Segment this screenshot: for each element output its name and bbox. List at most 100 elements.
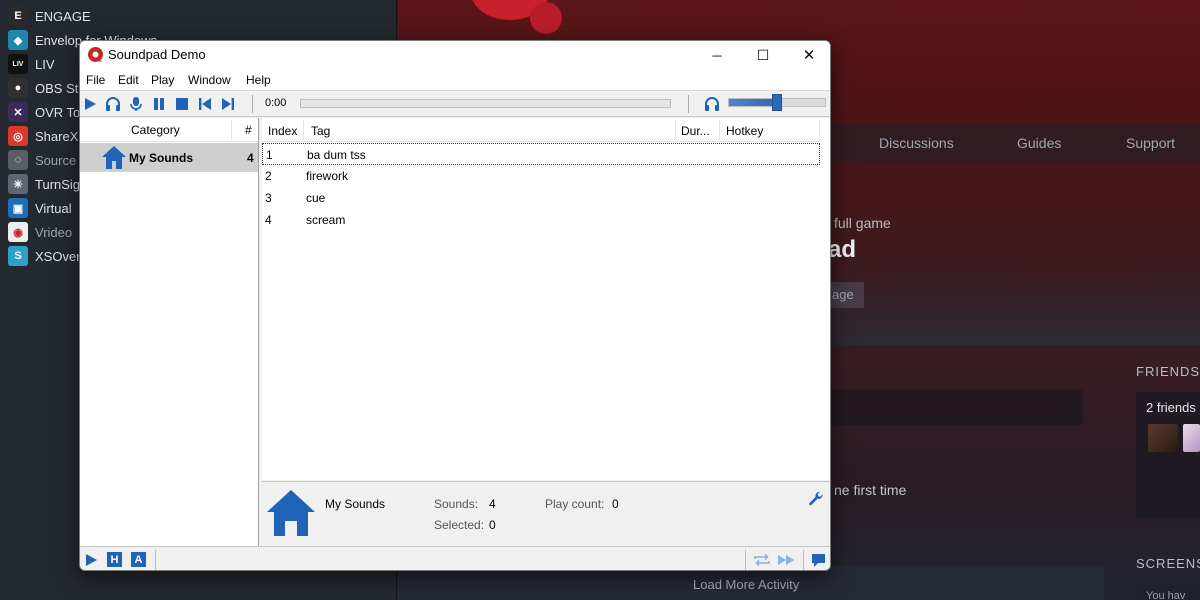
seek-bar[interactable] (300, 99, 671, 108)
row-index: 4 (265, 213, 272, 227)
library-item[interactable]: ● OBS St (8, 76, 78, 100)
table-row[interactable]: 4 scream (262, 209, 820, 231)
duration-column-header[interactable]: Dur... (681, 124, 710, 138)
play-count-value: 0 (612, 497, 619, 511)
selected-value: 0 (489, 518, 496, 532)
friends-title: FRIENDS (1136, 364, 1200, 379)
pause-icon (154, 98, 164, 110)
library-item-label: ENGAGE (35, 8, 91, 24)
statusbar-play-button[interactable] (83, 552, 99, 568)
category-column-header[interactable]: Category (131, 123, 180, 137)
menu-help[interactable]: Help (246, 73, 271, 87)
next-button[interactable] (219, 95, 237, 113)
fast-forward-icon (778, 555, 794, 565)
table-row[interactable]: 3 cue (262, 187, 820, 209)
repeat-button[interactable] (753, 552, 771, 568)
tag-column-header[interactable]: Tag (311, 124, 330, 138)
column-separator (303, 120, 304, 140)
fast-forward-button[interactable] (777, 552, 795, 568)
count-column-header[interactable]: # (245, 123, 252, 137)
store-page-button-label: age (832, 287, 854, 302)
minimize-button[interactable]: ─ (694, 41, 740, 69)
library-item-label: Source (35, 152, 77, 168)
activity-text: ne first time (834, 482, 907, 498)
window-title: Soundpad Demo (108, 47, 206, 62)
play-icon (86, 554, 97, 566)
minimize-icon: ─ (712, 47, 722, 63)
column-separator (819, 120, 820, 140)
row-tag: scream (306, 213, 346, 227)
auto-toggle[interactable]: A (131, 552, 146, 567)
column-separator (675, 120, 676, 140)
close-button[interactable]: ✕ (786, 41, 830, 69)
play-to-speakers-button[interactable] (104, 95, 122, 113)
library-item-label: ShareX (35, 128, 79, 144)
sound-list-header: Index Tag Dur... Hotkey (262, 118, 820, 142)
library-item[interactable]: ◌ Source (8, 148, 76, 172)
friends-count[interactable]: 2 friends (1146, 400, 1196, 415)
soundpad-window: Soundpad Demo ─ ☐ ✕ File Edit Play Windo… (79, 40, 831, 571)
library-item[interactable]: E ENGAGE (8, 4, 91, 28)
row-tag: firework (306, 169, 349, 183)
category-label: My Sounds (129, 151, 194, 165)
xsoverlay-icon: S (8, 246, 28, 266)
sounds-label: Sounds: (434, 497, 479, 511)
hotkey-badge-label: H (110, 553, 119, 566)
menu-window[interactable]: Window (188, 73, 231, 87)
stop-icon (176, 98, 188, 110)
library-item[interactable]: S XSOver (8, 244, 81, 268)
library-item[interactable]: ◉ Vrideo (8, 220, 72, 244)
library-item[interactable]: LIV LIV (8, 52, 55, 76)
table-row[interactable]: 1 ba dum tss (262, 143, 820, 165)
row-index: 1 (266, 148, 273, 162)
previous-button[interactable] (196, 95, 214, 113)
statusbar-separator (803, 550, 804, 570)
hotkeys-toggle[interactable]: H (107, 552, 122, 567)
selected-label: Selected: (434, 518, 485, 532)
hero-art-shape (530, 2, 562, 34)
category-count: 4 (247, 151, 254, 165)
hotkey-column-header[interactable]: Hotkey (726, 124, 763, 138)
toolbar-separator (688, 95, 689, 113)
category-item-my-sounds[interactable]: My Sounds 4 (80, 143, 258, 172)
friend-avatar[interactable] (1183, 424, 1200, 452)
virtual-desktop-icon: ▣ (8, 198, 28, 218)
friend-avatar[interactable] (1148, 424, 1178, 452)
maximize-button[interactable]: ☐ (740, 41, 786, 69)
row-tag: ba dum tss (307, 148, 366, 162)
screenshots-subtext: You hav (1146, 590, 1186, 600)
statusbar-separator (155, 550, 156, 570)
library-item-label: XSOver (35, 248, 81, 264)
activity-bar (831, 389, 1083, 425)
tab-guides[interactable]: Guides (1017, 135, 1061, 151)
menu-edit[interactable]: Edit (118, 73, 139, 87)
close-icon: ✕ (802, 47, 816, 64)
volume-slider-thumb[interactable] (772, 94, 782, 111)
volume-output-button[interactable] (703, 95, 721, 113)
microphone-icon (130, 97, 142, 111)
auto-badge-label: A (134, 553, 143, 566)
library-item[interactable]: ▣ Virtual (8, 196, 72, 220)
menu-play[interactable]: Play (151, 73, 174, 87)
library-item[interactable]: ✕ OVR To (8, 100, 80, 124)
column-separator (231, 120, 232, 140)
title-bar[interactable]: Soundpad Demo ─ ☐ ✕ (80, 41, 830, 69)
library-item-label: OBS St (35, 80, 79, 96)
table-row[interactable]: 2 firework (262, 165, 820, 187)
home-icon (267, 490, 315, 536)
feedback-button[interactable] (810, 552, 826, 568)
library-item[interactable]: ◎ ShareX (8, 124, 78, 148)
stop-button[interactable] (173, 95, 191, 113)
info-category-name: My Sounds (325, 497, 386, 511)
menu-file[interactable]: File (86, 73, 105, 87)
volume-slider[interactable] (728, 94, 826, 111)
library-item[interactable]: ✳ TurnSig (8, 172, 80, 196)
pause-button[interactable] (150, 95, 168, 113)
tab-support[interactable]: Support (1126, 135, 1175, 151)
play-button[interactable] (81, 95, 99, 113)
sound-list: Index Tag Dur... Hotkey 1 ba dum tss 2 f… (262, 118, 830, 480)
tab-discussions[interactable]: Discussions (879, 135, 954, 151)
wrench-icon[interactable] (808, 491, 824, 507)
play-to-microphone-button[interactable] (127, 95, 145, 113)
index-column-header[interactable]: Index (268, 124, 297, 138)
